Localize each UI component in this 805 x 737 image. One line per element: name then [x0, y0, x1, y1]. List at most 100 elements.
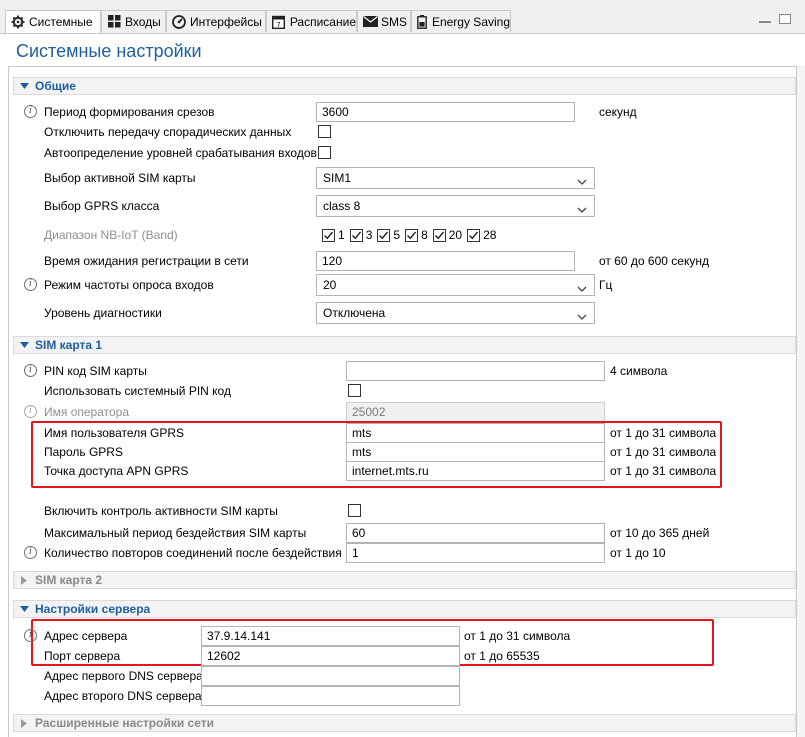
- tab-schedule[interactable]: 7 Расписание: [266, 10, 357, 32]
- info-icon[interactable]: i: [24, 629, 37, 642]
- section-server-header[interactable]: Настройки сервера: [13, 600, 796, 618]
- apn-unit: от 1 до 31 символа: [610, 464, 717, 478]
- auto-levels-checkbox[interactable]: [318, 146, 331, 159]
- pin-unit: 4 символа: [610, 364, 668, 378]
- dns2-label: Адрес второго DNS сервера: [44, 689, 202, 703]
- sim-select-label: Выбор активной SIM карты: [44, 171, 196, 185]
- pin-label: PIN код SIM карты: [44, 364, 147, 378]
- use-sys-pin-checkbox[interactable]: [348, 384, 361, 397]
- collapsed-triangle-icon: [19, 718, 29, 728]
- band-checkbox[interactable]: [322, 228, 335, 242]
- apn-input[interactable]: internet.mts.ru: [346, 461, 605, 481]
- server-port-input[interactable]: 12602: [201, 646, 460, 666]
- gear-icon: [10, 14, 26, 30]
- nbiot-band-label: Диапазон NB-IoT (Band): [44, 228, 178, 242]
- info-icon[interactable]: i: [24, 405, 37, 418]
- pin-input[interactable]: [346, 361, 605, 381]
- gprs-class-dropdown[interactable]: class 8: [316, 195, 595, 217]
- section-advanced-header[interactable]: Расширенные настройки сети: [13, 714, 796, 732]
- gprs-pass-unit: от 1 до 31 символа: [610, 445, 717, 459]
- server-port-unit: от 1 до 65535: [464, 649, 540, 663]
- window-controls: [759, 14, 791, 24]
- diag-level-value: Отключена: [323, 306, 386, 320]
- page-title: Системные настройки: [16, 41, 202, 61]
- band-label: 1: [338, 228, 345, 242]
- gprs-class-value: class 8: [323, 199, 361, 213]
- tab-inputs[interactable]: Входы: [101, 10, 166, 32]
- gprs-pass-label: Пароль GPRS: [44, 445, 123, 459]
- poll-freq-value: 20: [323, 278, 337, 292]
- reg-wait-unit: от 60 до 600 секунд: [599, 254, 709, 268]
- max-idle-unit: от 10 до 365 дней: [610, 526, 710, 540]
- expanded-triangle-icon: [19, 81, 29, 91]
- chevron-down-icon: [577, 280, 587, 292]
- retry-count-unit: от 1 до 10: [610, 546, 666, 560]
- tab-label: Интерфейсы: [190, 14, 262, 29]
- scrollbar[interactable]: [797, 66, 805, 737]
- tab-sms[interactable]: SMS: [357, 10, 411, 32]
- gprs-user-input[interactable]: mts: [346, 423, 605, 443]
- band-label: 3: [365, 228, 373, 242]
- chevron-down-icon: [577, 201, 587, 213]
- sim-select-dropdown[interactable]: SIM1: [316, 167, 595, 189]
- band-label: 5: [393, 228, 401, 242]
- server-address-input[interactable]: 37.9.14.141: [201, 626, 460, 646]
- auto-levels-label: Автоопределение уровней срабатывания вхо…: [44, 146, 317, 160]
- activity-ctrl-checkbox[interactable]: [348, 504, 361, 517]
- tab-label: Energy Saving: [431, 14, 510, 29]
- info-icon[interactable]: i: [24, 278, 37, 291]
- sim-select-value: SIM1: [323, 171, 352, 185]
- chevron-down-icon: [577, 308, 587, 320]
- section-title: SIM карта 2: [35, 573, 103, 587]
- tab-energy-saving[interactable]: Energy Saving: [411, 10, 511, 32]
- slice-period-input[interactable]: 3600: [316, 102, 575, 122]
- disable-sporadic-label: Отключить передачу спорадических данных: [44, 125, 292, 139]
- band-checkbox[interactable]: [377, 228, 391, 242]
- section-general-header[interactable]: Общие: [13, 77, 796, 95]
- expanded-triangle-icon: [19, 340, 29, 350]
- envelope-icon: [362, 14, 378, 30]
- band-checkbox[interactable]: [432, 228, 446, 242]
- band-label: 8: [421, 228, 428, 242]
- expanded-triangle-icon: [19, 604, 29, 614]
- apn-label: Точка доступа APN GPRS: [44, 464, 189, 478]
- tab-system[interactable]: Системные: [5, 10, 101, 33]
- info-icon[interactable]: i: [24, 105, 37, 118]
- band-checkbox[interactable]: [349, 228, 363, 242]
- section-title: Расширенные настройки сети: [35, 716, 214, 730]
- reg-wait-input[interactable]: 120: [316, 251, 575, 271]
- tab-label: SMS: [381, 14, 408, 29]
- battery-icon: [416, 14, 429, 30]
- band-checkbox[interactable]: [467, 228, 481, 242]
- retry-count-input[interactable]: 1: [346, 543, 605, 563]
- svg-text:7: 7: [277, 21, 281, 29]
- slice-period-label: Период формирования срезов: [44, 105, 215, 119]
- section-sim1-header[interactable]: SIM карта 1: [13, 336, 796, 354]
- tab-interfaces[interactable]: Интерфейсы: [166, 10, 266, 32]
- retry-count-label: Количество повторов соединений после без…: [44, 546, 342, 560]
- diag-level-dropdown[interactable]: Отключена: [316, 302, 595, 324]
- dns1-input[interactable]: [201, 666, 460, 686]
- collapsed-triangle-icon: [19, 575, 29, 585]
- max-idle-label: Максимальный период бездействия SIM карт…: [44, 526, 307, 540]
- slice-period-unit: секунд: [599, 105, 637, 119]
- tab-label: Расписание: [289, 14, 356, 29]
- maximize-button[interactable]: [779, 14, 791, 24]
- gprs-pass-input[interactable]: mts: [346, 442, 605, 462]
- grid-icon: [106, 14, 122, 30]
- gprs-user-label: Имя пользователя GPRS: [44, 426, 185, 440]
- info-icon[interactable]: i: [24, 364, 37, 377]
- reg-wait-label: Время ожидания регистрации в сети: [44, 254, 249, 268]
- section-title: SIM карта 1: [35, 338, 103, 352]
- poll-freq-dropdown[interactable]: 20: [316, 274, 595, 296]
- minimize-button[interactable]: [759, 20, 771, 23]
- operator-input: 25002: [346, 402, 605, 422]
- use-sys-pin-label: Использовать системный PIN код: [44, 384, 231, 398]
- dns2-input[interactable]: [201, 686, 460, 706]
- disable-sporadic-checkbox[interactable]: [318, 125, 331, 138]
- info-icon[interactable]: i: [24, 546, 37, 559]
- max-idle-input[interactable]: 60: [346, 523, 605, 543]
- section-sim2-header[interactable]: SIM карта 2: [13, 571, 796, 589]
- band-checkbox[interactable]: [405, 228, 419, 242]
- server-address-unit: от 1 до 31 символа: [464, 629, 571, 643]
